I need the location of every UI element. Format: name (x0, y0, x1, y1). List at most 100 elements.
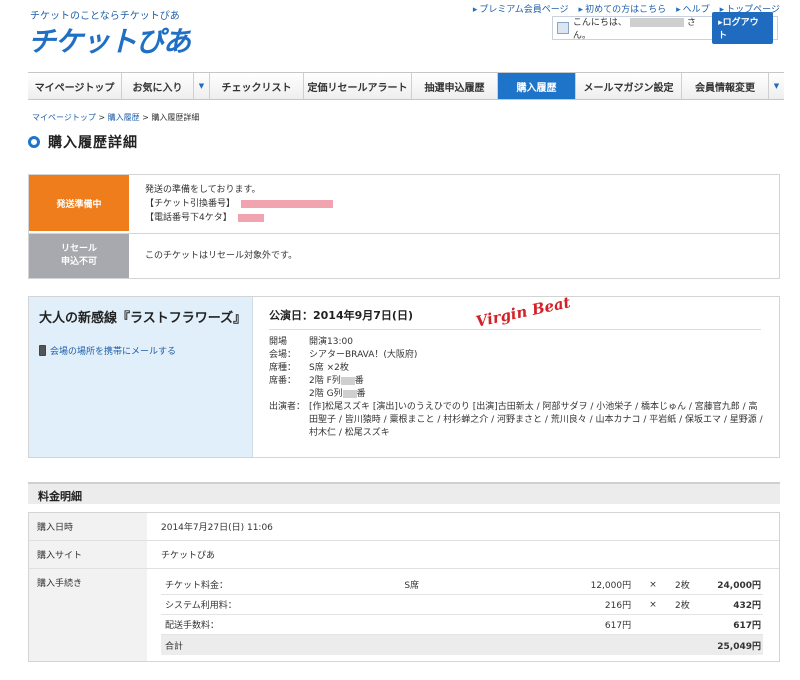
resale-label-line2: 申込不可 (60, 257, 97, 267)
mobile-phone-icon (39, 345, 46, 356)
masked-seat-number (342, 389, 357, 398)
fee-row-system: システム利用料： 216円 × 2枚 432円 (161, 595, 763, 615)
shipping-row: 発送準備中 発送の準備をしております。 【チケット引換番号】 【電話番号下4ケタ… (29, 175, 779, 234)
site-logo[interactable]: チケットぴあ (28, 20, 191, 60)
shipping-line: 発送の準備をしております。 (145, 185, 261, 195)
fee-breakdown: チケット料金： S席 12,000円 × 2枚 24,000円 システム利用料：… (161, 575, 763, 655)
fee-qty: 2枚 (675, 581, 690, 591)
fee-unit-price: 617円 (604, 621, 632, 631)
fee-amount: 617円 (733, 621, 761, 631)
breadcrumb: マイページトップ > 購入履歴 > 購入履歴詳細 (32, 112, 199, 123)
nav-label: チェックリスト (221, 82, 292, 94)
nav-label: 定価リセールアラート (307, 82, 408, 94)
fee-times: × (649, 579, 657, 590)
title-ring-icon (28, 136, 40, 148)
fee-unit-price: 12,000円 (590, 581, 632, 591)
nav-resale-alert[interactable]: 定価リセールアラート (304, 73, 412, 99)
fee-name: 配送手数料： (165, 621, 220, 631)
seat-suffix: 番 (354, 376, 364, 386)
fee-qty: 2枚 (675, 601, 690, 611)
fee-row-delivery: 配送手数料： 617円 617円 (161, 615, 763, 635)
fee-row-ticket: チケット料金： S席 12,000円 × 2枚 24,000円 (161, 575, 763, 595)
nav-label: 抽選申込履歴 (424, 82, 485, 94)
nav-label: お気に入り (132, 82, 183, 94)
masked-phone-number (237, 213, 264, 222)
procedure-label: 購入手続き (29, 569, 147, 661)
breadcrumb-mypage[interactable]: マイページトップ (32, 113, 96, 122)
seat-suffix: 番 (356, 389, 366, 399)
fee-name: チケット料金： (165, 581, 229, 591)
opening-value: 開演13:00 (309, 337, 353, 347)
total-amount: 25,049円 (717, 641, 761, 652)
resale-label-line1: リセール (60, 244, 97, 254)
purchase-site-label: 購入サイト (29, 541, 147, 568)
beginners-link[interactable]: 初めての方はこちら (579, 2, 666, 15)
seat-number-2: 2階 G列 番 (309, 388, 366, 401)
nav-purchase-history[interactable]: 購入履歴 (498, 73, 576, 99)
nav-lottery-history[interactable]: 抽選申込履歴 (412, 73, 498, 99)
title-row: 購入履歴詳細 (28, 132, 138, 152)
phone-label: 【電話番号下4ケタ】 (145, 213, 232, 223)
nav-label: 購入履歴 (516, 82, 557, 94)
fee-times: × (649, 599, 657, 610)
masked-username (629, 18, 684, 27)
fee-amount: 432円 (733, 601, 761, 611)
premium-link[interactable]: プレミアム会員ページ (473, 2, 568, 15)
masked-seat-number (340, 376, 355, 385)
performance-name[interactable]: 大人の新感線『ラストフラワーズ』 (39, 309, 246, 328)
logout-button[interactable]: ▸ログアウト (712, 12, 773, 44)
performance-details: 公演日：2014年9月7日(日) Virgin Beat 開場 開演13:00 会… (253, 293, 779, 457)
main-nav: マイページトップ お気に入り ▼ チェックリスト 定価リセールアラート 抽選申込履… (28, 72, 784, 100)
cast-value: [作]松尾スズキ [演出]いのうえひでのり [出演]古田新太 / 阿部サダヲ /… (309, 402, 763, 438)
nav-favorites[interactable]: お気に入り ▼ (122, 73, 210, 99)
seat-row-2: 2階 G列 (309, 389, 343, 399)
mail-venue-link[interactable]: 会場の場所を携帯にメールする (39, 344, 242, 357)
venue-label: 会場： (269, 350, 297, 360)
nav-label: 会員情報変更 (695, 82, 755, 94)
seat-number-label: 席番： (269, 376, 297, 386)
fee-name: システム利用料： (165, 601, 237, 611)
fee-type: S席 (404, 581, 420, 591)
fee-row-total: 合計 25,049円 (161, 635, 763, 655)
mail-venue-label[interactable]: 会場の場所を携帯にメールする (50, 344, 176, 357)
chevron-down-icon[interactable]: ▼ (193, 73, 209, 99)
procedure-row: 購入手続き チケット料金： S席 12,000円 × 2枚 24,000円 シス… (29, 569, 779, 661)
masked-exchange-number (241, 199, 334, 208)
site-header: チケットのことならチケットぴあ チケットぴあ プレミアム会員ページ 初めての方は… (0, 0, 800, 66)
help-link[interactable]: ヘルプ (676, 2, 710, 15)
seat-type-value: S席 ×2枚 (309, 363, 349, 373)
fees-table: 購入日時 2014年7月27日(日) 11:06 購入サイト チケットぴあ 購入… (28, 512, 780, 662)
purchase-site-row: 購入サイト チケットぴあ (29, 541, 779, 569)
breadcrumb-sep: > (139, 113, 152, 122)
phone-last4: 【電話番号下4ケタ】 (145, 211, 763, 225)
venue-value: シアターBRAVA！(大阪府) (309, 350, 418, 360)
page-title: 購入履歴詳細 (48, 135, 138, 151)
chevron-down-icon[interactable]: ▼ (768, 73, 784, 99)
shipping-status-badge: 発送準備中 (29, 175, 129, 231)
exchange-label: 【チケット引換番号】 (145, 199, 236, 209)
purchase-date-row: 購入日時 2014年7月27日(日) 11:06 (29, 513, 779, 541)
performance-summary: 大人の新感線『ラストフラワーズ』 会場の場所を携帯にメールする (29, 297, 253, 457)
seat-number-1: 2階 F列 番 (309, 375, 364, 388)
greeting-prefix: こんにちは、 (572, 18, 627, 28)
status-table: 発送準備中 発送の準備をしております。 【チケット引換番号】 【電話番号下4ケタ… (28, 174, 780, 279)
user-greeting: こんにちは、 さん。 (573, 15, 712, 41)
breadcrumb-current: 購入履歴詳細 (151, 113, 200, 122)
breadcrumb-sep: > (95, 113, 108, 122)
nav-account[interactable]: 会員情報変更 ▼ (682, 73, 784, 99)
total-label: 合計 (165, 641, 184, 652)
nav-checklist[interactable]: チェックリスト (210, 73, 304, 99)
nav-mypage-top[interactable]: マイページトップ (28, 73, 122, 99)
performance-block: 大人の新感線『ラストフラワーズ』 会場の場所を携帯にメールする 公演日：2014… (28, 293, 780, 458)
nav-newsletter[interactable]: メールマガジン設定 (576, 73, 682, 99)
purchase-site-value: チケットぴあ (161, 551, 216, 561)
resale-row: リセール 申込不可 このチケットはリセール対象外です。 (29, 234, 779, 278)
breadcrumb-history[interactable]: 購入履歴 (108, 113, 140, 122)
ticket-exchange-number: 【チケット引換番号】 (145, 197, 763, 211)
seat-row-1: 2階 F列 (309, 376, 341, 386)
cast-label: 出演者： (269, 402, 306, 412)
opening-label: 開場 (269, 337, 288, 347)
fee-amount: 24,000円 (717, 581, 761, 591)
fees-heading: 料金明細 (28, 482, 780, 504)
purchase-date-value: 2014年7月27日(日) 11:06 (161, 523, 273, 533)
